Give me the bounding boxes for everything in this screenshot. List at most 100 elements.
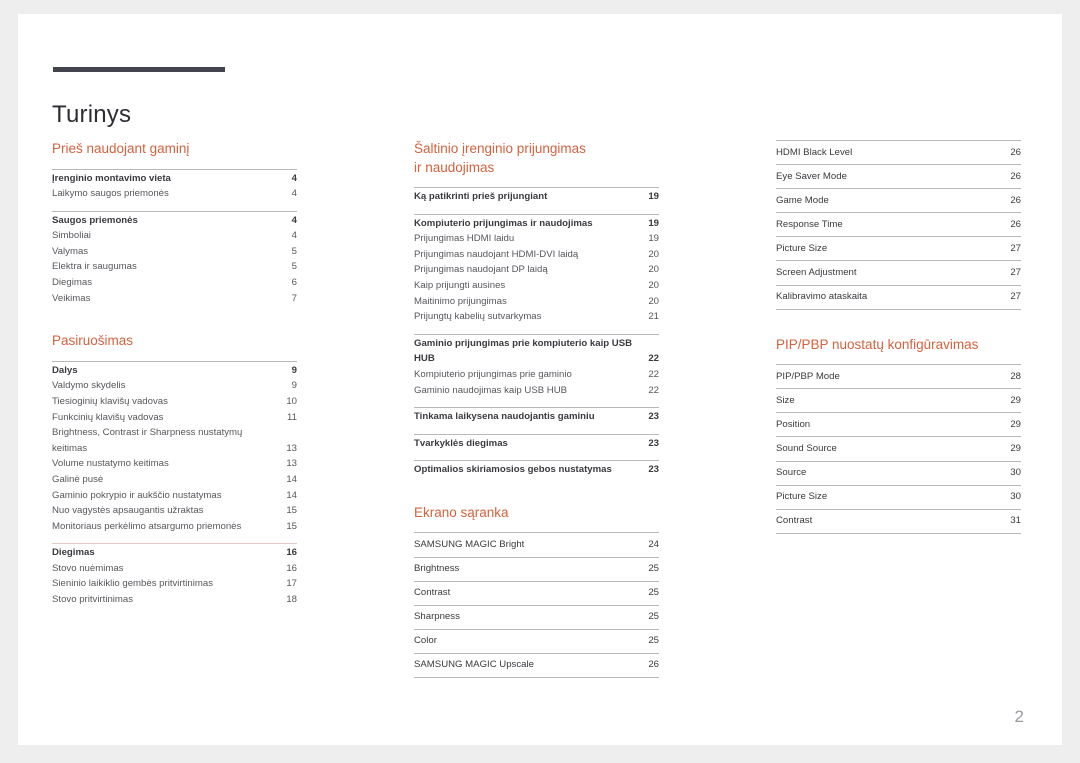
toc-entry[interactable]: Prijungimas HDMI laidu 19: [414, 231, 659, 247]
section-heading: Šaltinio įrenginio prijungimas ir naudoj…: [414, 141, 586, 175]
toc-entry-page-number: 20: [648, 295, 659, 307]
toc-entry[interactable]: Sound Source 29: [776, 437, 1021, 462]
toc-entry[interactable]: Brightness, Contrast ir Sharpness nustat…: [52, 425, 297, 456]
toc-entry[interactable]: Tiesioginių klavišų vadovas 10: [52, 394, 297, 410]
toc-entry[interactable]: Contrast 25: [414, 582, 659, 606]
toc-entry[interactable]: Prijungtų kabelių sutvarkymas 21: [414, 309, 659, 325]
toc-entry[interactable]: Eye Saver Mode 26: [776, 165, 1021, 190]
toc-entry[interactable]: Kaip prijungti ausines 20: [414, 278, 659, 294]
toc-entry-label: Tinkama laikysena naudojantis gaminiu: [414, 411, 595, 423]
toc-entry[interactable]: Nuo vagystės apsaugantis užraktas 15: [52, 503, 297, 519]
toc-entry[interactable]: Laikymo saugos priemonės 4: [52, 186, 297, 202]
toc-entry[interactable]: Maitinimo prijungimas 20: [414, 294, 659, 310]
toc-entry-label: Funkcinių klavišų vadovas: [52, 411, 164, 423]
toc-entry-page-number: 4: [291, 172, 297, 184]
toc-group: Dalys 9 Valdymo skydelis 9 Tiesioginių klavi…: [52, 360, 297, 535]
toc-entry-label: Size: [776, 394, 795, 406]
toc-entry-label: Gaminio prijungimas prie kompiuterio kai…: [414, 337, 633, 365]
toc-group: PIP/PBP Mode 28 Size 29 Position 29 Sound Sour…: [776, 364, 1021, 534]
toc-entry-label: Veikimas: [52, 292, 91, 304]
toc-entry[interactable]: PIP/PBP Mode 28: [776, 365, 1021, 390]
column-1: Prieš naudojant gaminį Įrenginio montavim…: [52, 140, 297, 704]
toc-entry[interactable]: Monitoriaus perkėlimo atsargumo priemonė…: [52, 519, 297, 535]
toc-entry-page-number: 22: [648, 384, 659, 396]
toc-entry[interactable]: Veikimas 7: [52, 291, 297, 307]
toc-entry-page-number: 26: [1010, 146, 1021, 158]
toc-entry[interactable]: Picture Size 30: [776, 486, 1021, 510]
toc-entry-page-number: 22: [648, 368, 659, 380]
toc-entry[interactable]: Source 30: [776, 462, 1021, 486]
toc-entry[interactable]: Simboliai 4: [52, 228, 297, 244]
toc-entry[interactable]: Prijungimas naudojant DP laidą 20: [414, 262, 659, 278]
toc-entry[interactable]: Brightness 25: [414, 558, 659, 582]
toc-entry[interactable]: Elektra ir saugumas 5: [52, 259, 297, 275]
toc-entry-label: Galinė pusė: [52, 473, 104, 485]
toc-entry-page-number: 25: [648, 611, 659, 623]
toc-entry[interactable]: Valymas 5: [52, 244, 297, 260]
toc-entry-page-number: 5: [291, 261, 297, 273]
toc-entry-label: Diegimas: [52, 277, 92, 289]
toc-entry-label: Sieninio laikiklio gembės pritvirtinimas: [52, 578, 214, 590]
toc-entry[interactable]: Gaminio pokrypio ir aukščio nustatymas 14: [52, 488, 297, 504]
toc-entry[interactable]: Position 29: [776, 413, 1021, 438]
toc-entry[interactable]: Dalys 9: [52, 363, 297, 379]
toc-entry[interactable]: Diegimas 16: [52, 545, 297, 561]
toc-entry-label: Position: [776, 418, 811, 430]
toc-group: Ką patikrinti prieš prijungiant 19: [414, 187, 659, 205]
toc-entry[interactable]: Gaminio prijungimas prie kompiuterio kai…: [414, 336, 659, 367]
section-heading: Ekrano sąranka: [414, 504, 509, 520]
toc-entry-page-number: 5: [291, 245, 297, 257]
toc-entry[interactable]: Kompiuterio prijungimas prie gaminio 22: [414, 367, 659, 383]
toc-entry[interactable]: Stovo pritvirtinimas 18: [52, 592, 297, 608]
section-heading: Prieš naudojant gaminį: [52, 141, 190, 156]
toc-entry[interactable]: Tvarkyklės diegimas 23: [414, 436, 659, 452]
toc-entry[interactable]: Size 29: [776, 389, 1021, 414]
toc-entry[interactable]: Kompiuterio prijungimas ir naudojimas 19: [414, 216, 659, 232]
toc-entry-label: Prijungtų kabelių sutvarkymas: [414, 311, 542, 323]
toc-group: Diegimas 16 Stovo nuėmimas 16 Sieninio laiki…: [52, 543, 297, 607]
toc-entry-page-number: 16: [286, 562, 297, 574]
toc-entry[interactable]: Tinkama laikysena naudojantis gaminiu 23: [414, 409, 659, 425]
toc-entry[interactable]: SAMSUNG MAGIC Upscale 26: [414, 654, 659, 678]
toc-entry-label: Tvarkyklės diegimas: [414, 437, 508, 449]
toc-group: Kompiuterio prijungimas ir naudojimas 19 P…: [414, 213, 659, 325]
toc-section: Prieš naudojant gaminį Įrenginio montavim…: [52, 140, 297, 306]
toc-entry[interactable]: Volume nustatymo keitimas 13: [52, 456, 297, 472]
toc-entry-label: Valdymo skydelis: [52, 380, 126, 392]
toc-entry[interactable]: Game Mode 26: [776, 189, 1021, 214]
toc-entry-page-number: 9: [291, 364, 297, 376]
toc-entry-page-number: 23: [648, 437, 659, 449]
toc-entry[interactable]: Sieninio laikiklio gembės pritvirtinimas…: [52, 576, 297, 592]
toc-entry[interactable]: Optimalios skiriamosios gebos nustatymas…: [414, 462, 659, 478]
toc-entry[interactable]: Diegimas 6: [52, 275, 297, 291]
toc-entry-page-number: 26: [648, 659, 659, 671]
toc-entry-page-number: 29: [1010, 418, 1021, 430]
toc-entry[interactable]: Įrenginio montavimo vieta 4: [52, 171, 297, 187]
toc-entry[interactable]: Ką patikrinti prieš prijungiant 19: [414, 189, 659, 205]
toc-entry[interactable]: Valdymo skydelis 9: [52, 378, 297, 394]
toc-entry[interactable]: Prijungimas naudojant HDMI-DVI laidą 20: [414, 247, 659, 263]
toc-entry[interactable]: Stovo nuėmimas 16: [52, 561, 297, 577]
toc-entry[interactable]: SAMSUNG MAGIC Bright 24: [414, 533, 659, 558]
toc-entry[interactable]: Sharpness 25: [414, 606, 659, 630]
toc-section: PIP/PBP nuostatų konfigūravimas PIP/PBP M…: [776, 336, 1021, 534]
toc-entry[interactable]: Kalibravimo ataskaita 27: [776, 286, 1021, 310]
toc-entry[interactable]: Saugos priemonės 4: [52, 213, 297, 229]
toc-entry[interactable]: Funkcinių klavišų vadovas 11: [52, 410, 297, 426]
toc-entry[interactable]: HDMI Black Level 26: [776, 141, 1021, 166]
toc-entry[interactable]: Response Time 26: [776, 213, 1021, 238]
toc-entry-label: Brightness, Contrast ir Sharpness nustat…: [52, 427, 243, 454]
toc-entry[interactable]: Contrast 31: [776, 510, 1021, 534]
toc-entry[interactable]: Picture Size 27: [776, 237, 1021, 262]
toc-entry-label: Gaminio pokrypio ir aukščio nustatymas: [52, 489, 222, 501]
toc-entry-label: Response Time: [776, 218, 843, 230]
toc-entry-label: HDMI Black Level: [776, 146, 853, 158]
toc-entry-page-number: 24: [648, 538, 659, 550]
toc-entry[interactable]: Color 25: [414, 630, 659, 654]
toc-entry[interactable]: Gaminio naudojimas kaip USB HUB 22: [414, 383, 659, 399]
toc-entry[interactable]: Screen Adjustment 27: [776, 261, 1021, 286]
toc-group: Saugos priemonės 4 Simboliai 4 Valymas 5 Elekt…: [52, 210, 297, 307]
toc-entry-label: Color: [414, 635, 437, 647]
toc-entry-label: Nuo vagystės apsaugantis užraktas: [52, 505, 204, 517]
toc-entry[interactable]: Galinė pusė 14: [52, 472, 297, 488]
